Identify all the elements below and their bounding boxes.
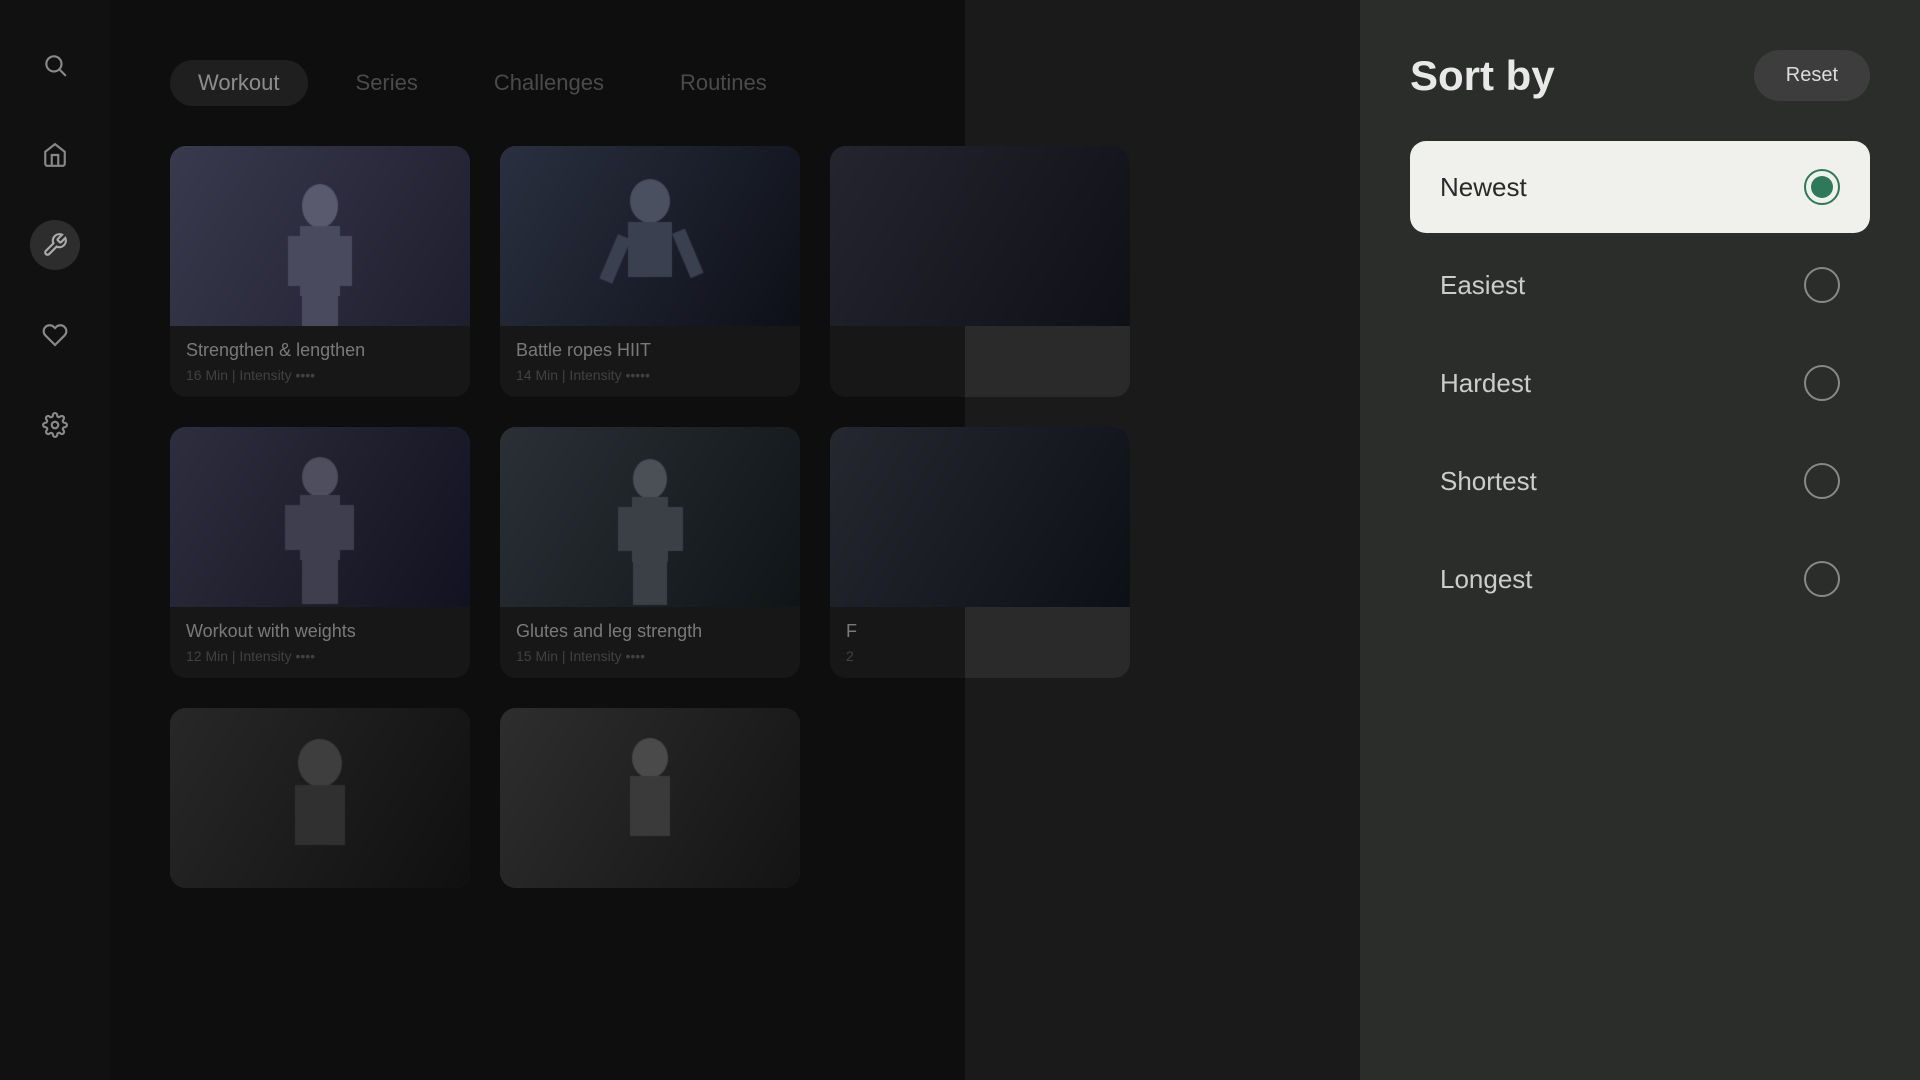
workout-card[interactable] — [170, 708, 470, 888]
reset-button[interactable]: Reset — [1754, 50, 1870, 101]
radio-button — [1804, 561, 1840, 597]
favorites-icon[interactable] — [30, 310, 80, 360]
sidebar — [0, 0, 110, 1080]
sort-option-label: Hardest — [1440, 368, 1531, 399]
main-content: Workout Series Challenges Routines Stren… — [110, 0, 1360, 1080]
workout-title: F — [846, 621, 1114, 642]
workout-meta: 14 Min | Intensity ••••• — [516, 367, 784, 383]
workout-card[interactable]: Battle ropes HIIT 14 Min | Intensity ••••… — [500, 146, 800, 397]
workout-card[interactable]: Workout with weights 12 Min | Intensity •… — [170, 427, 470, 678]
workout-card[interactable]: Glutes and leg strength 15 Min | Intensit… — [500, 427, 800, 678]
radio-button — [1804, 463, 1840, 499]
radio-button — [1804, 267, 1840, 303]
sort-option-label: Easiest — [1440, 270, 1525, 301]
radio-inner — [1811, 176, 1833, 198]
workout-card[interactable] — [500, 708, 800, 888]
workout-title: Workout with weights — [186, 621, 454, 642]
tab-workout[interactable]: Workout — [170, 60, 308, 106]
search-icon[interactable] — [30, 40, 80, 90]
sort-header: Sort by Reset — [1410, 50, 1870, 101]
tab-series[interactable]: Series — [328, 60, 446, 106]
workout-grid: Strengthen & lengthen 16 Min | Intensity … — [170, 146, 1320, 888]
workout-meta: 12 Min | Intensity •••• — [186, 648, 454, 664]
workout-title: Glutes and leg strength — [516, 621, 784, 642]
radio-button — [1804, 365, 1840, 401]
workout-meta: 16 Min | Intensity •••• — [186, 367, 454, 383]
radio-button — [1804, 169, 1840, 205]
sort-title: Sort by — [1410, 52, 1555, 100]
tab-challenges[interactable]: Challenges — [466, 60, 632, 106]
tab-routines[interactable]: Routines — [652, 60, 795, 106]
settings-icon[interactable] — [30, 400, 80, 450]
tools-icon[interactable] — [30, 220, 80, 270]
workout-title: Strengthen & lengthen — [186, 340, 454, 361]
workout-card[interactable]: Strengthen & lengthen 16 Min | Intensity … — [170, 146, 470, 397]
workout-title: Battle ropes HIIT — [516, 340, 784, 361]
sort-option-label: Newest — [1440, 172, 1527, 203]
workout-card[interactable] — [830, 146, 1130, 397]
sort-option-newest[interactable]: Newest — [1410, 141, 1870, 233]
workout-card[interactable]: F2 — [830, 427, 1130, 678]
sort-option-longest[interactable]: Longest — [1410, 533, 1870, 625]
workout-meta: 15 Min | Intensity •••• — [516, 648, 784, 664]
sort-option-label: Shortest — [1440, 466, 1537, 497]
sort-option-label: Longest — [1440, 564, 1533, 595]
sort-option-hardest[interactable]: Hardest — [1410, 337, 1870, 429]
home-icon[interactable] — [30, 130, 80, 180]
tab-bar: Workout Series Challenges Routines — [170, 60, 1320, 106]
sort-option-easiest[interactable]: Easiest — [1410, 239, 1870, 331]
sort-options-list: Newest Easiest Hardest Shortest Longest — [1410, 141, 1870, 625]
sort-option-shortest[interactable]: Shortest — [1410, 435, 1870, 527]
workout-meta: 2 — [846, 648, 1114, 664]
sort-panel: Sort by Reset Newest Easiest Hardest Shorte… — [1360, 0, 1920, 1080]
